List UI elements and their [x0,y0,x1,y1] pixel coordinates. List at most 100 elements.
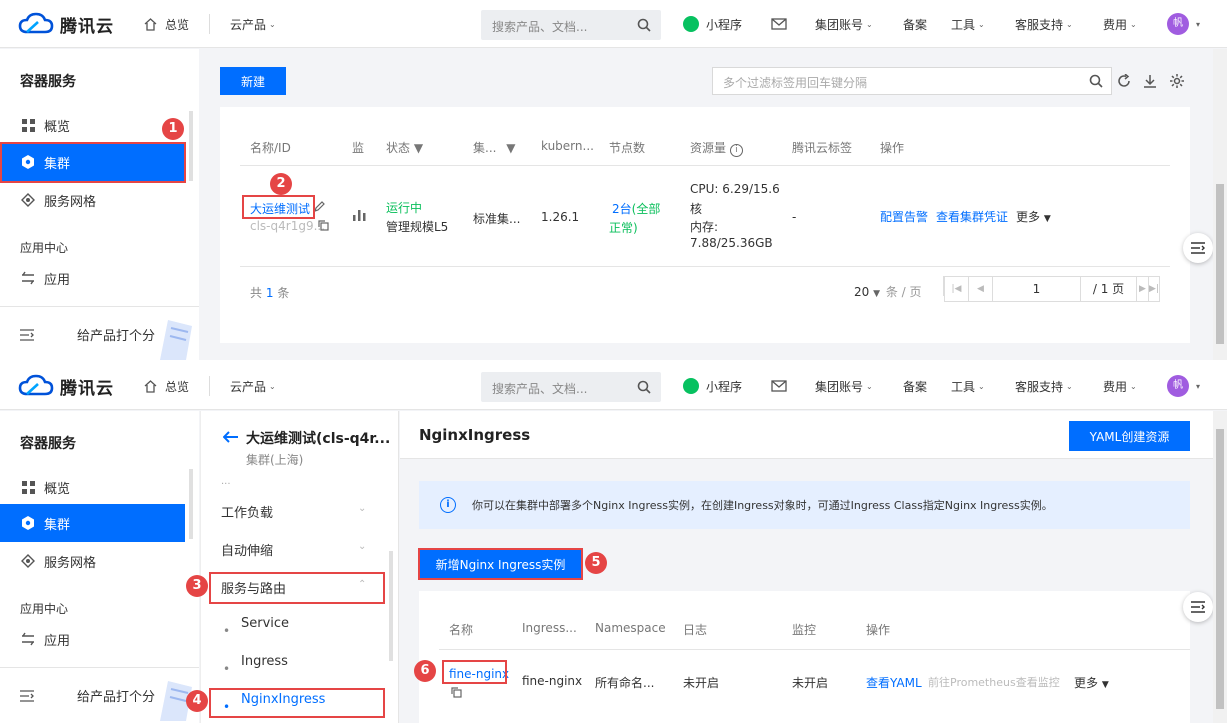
node-count-link[interactable]: 2台 [612,202,632,216]
avatar[interactable]: 帆 [1167,13,1189,35]
float-menu-button[interactable] [1183,592,1213,622]
prev-page-icon[interactable]: ◀ [969,277,993,301]
search-icon[interactable] [637,18,651,32]
col-resources: 资源量 i [690,139,743,157]
miniprogram-link[interactable]: 小程序 [683,0,742,48]
submenu-scrollbar[interactable] [389,551,393,661]
filter-icon[interactable]: ▼ [506,141,515,155]
collapse-menu-icon[interactable] [20,329,34,341]
rate-product-link[interactable]: 给产品打个分 [77,686,155,705]
caret-down-icon: ▾ [1196,19,1201,29]
billing-menu[interactable]: 费用 ⌄ [1103,0,1137,48]
products-label: 云产品 [230,17,267,32]
float-menu-button[interactable] [1183,233,1213,263]
beian-link[interactable]: 备案 [903,0,927,48]
bar-chart-icon[interactable] [353,209,366,221]
support-label: 客服支持 [1015,379,1064,394]
products-menu[interactable]: 云产品 ⌄ [230,0,276,48]
back-arrow-icon[interactable] [223,431,238,443]
sidebar-item-overview[interactable]: 概览 [0,468,185,506]
view-yaml-link[interactable]: 查看YAML [866,674,922,691]
overview-link[interactable]: 总览 [143,362,189,410]
copy-icon[interactable] [451,687,462,698]
brand-logo[interactable]: 腾讯云 [18,10,114,38]
page-scrollbar[interactable] [1213,49,1227,360]
submenu-ingress[interactable]: Ingress [241,654,288,669]
new-cluster-button[interactable]: 新建 [220,67,286,95]
menu-autoscale[interactable]: 自动伸缩 [221,540,273,559]
beian-link[interactable]: 备案 [903,362,927,410]
products-menu[interactable]: 云产品 ⌄ [230,362,276,410]
billing-menu[interactable]: 费用 ⌄ [1103,362,1137,410]
support-menu[interactable]: 客服支持 ⌄ [1015,362,1073,410]
more-menu[interactable]: 更多 ▼ [1016,208,1051,225]
sidebar-item-overview[interactable]: 概览 [0,106,185,144]
download-icon[interactable] [1143,74,1157,88]
chevron-down-icon: ⌄ [358,503,367,514]
filter-input[interactable]: 多个过滤标签用回车键分隔 [712,67,1112,95]
search-input[interactable]: 搜索产品、文档... [492,18,587,35]
avatar-menu[interactable]: ▾ [1193,0,1200,48]
col-status[interactable]: 状态 ▼ [386,139,423,156]
copy-icon[interactable] [318,220,329,231]
avatar[interactable]: 帆 [1167,375,1189,397]
support-menu[interactable]: 客服支持 ⌄ [1015,0,1073,48]
global-search[interactable]: 搜索产品、文档... [481,10,661,40]
sidebar-item-cluster[interactable]: 集群 [0,504,185,542]
brand-logo[interactable]: 腾讯云 [18,372,114,400]
global-search[interactable]: 搜索产品、文档... [481,372,661,402]
highlight-nginx-name [442,660,507,684]
overview-link[interactable]: 总览 [143,0,189,48]
mail-button[interactable] [771,0,787,48]
filter-icon[interactable]: ▼ [414,141,423,155]
sidebar-scrollbar[interactable] [189,111,193,181]
miniprogram-icon [683,378,699,394]
scrollbar-thumb[interactable] [1216,429,1224,709]
submenu-service[interactable]: Service [241,616,289,631]
rate-product-link[interactable]: 给产品打个分 [77,325,155,344]
col-log: 日志 [683,623,708,637]
first-page-icon[interactable]: |◀ [945,277,969,301]
sidebar-item-service-mesh[interactable]: 服务网格 [0,181,185,219]
sidebar-scrollbar[interactable] [189,469,193,539]
scrollbar-thumb[interactable] [1216,184,1224,344]
next-page-icon[interactable]: ▶ [1137,277,1149,301]
page-scrollbar[interactable] [1213,411,1227,723]
sidebar-item-app[interactable]: 应用 [0,259,185,297]
more-menu[interactable]: 更多 ▼ [1074,674,1109,691]
info-icon[interactable]: i [729,144,743,157]
clipped-menu-item: ... [221,481,231,487]
tools-label: 工具 [951,379,976,394]
node-count[interactable]: 2台(全部 [612,200,660,217]
chevron-down-icon: ⌄ [978,19,985,29]
tools-menu[interactable]: 工具 ⌄ [951,0,985,48]
yaml-create-button[interactable]: YAML创建资源 [1069,421,1190,451]
chevron-down-icon: ⌄ [866,381,873,391]
view-credentials-link[interactable]: 查看集群凭证 [936,208,1008,225]
group-account-menu[interactable]: 集团账号 ⌄ [815,0,873,48]
last-page-icon[interactable]: ▶| [1149,277,1159,301]
refresh-icon[interactable] [1117,74,1131,88]
mail-button[interactable] [771,362,787,410]
sidebar-item-service-mesh[interactable]: 服务网格 [0,542,185,580]
search-input[interactable]: 搜索产品、文档... [492,380,587,397]
avatar-menu[interactable]: ▾ [1193,362,1200,410]
cluster-region: 集群(上海) [246,453,304,467]
search-icon[interactable] [637,380,651,394]
search-icon[interactable] [1089,74,1103,88]
page-size-select[interactable]: 20 ▼ 条 / 页 [854,283,922,300]
mail-icon [771,18,787,30]
menu-workload[interactable]: 工作负载 [221,502,273,521]
page-number-input[interactable]: 1 [993,277,1081,301]
col-cluster-type[interactable]: 集... ▼ [473,139,516,156]
chevron-down-icon: ⌄ [1066,381,1073,391]
collapse-menu-icon[interactable] [20,690,34,702]
tools-menu[interactable]: 工具 ⌄ [951,362,985,410]
miniprogram-link[interactable]: 小程序 [683,362,742,410]
group-account-menu[interactable]: 集团账号 ⌄ [815,362,873,410]
col-operations: 操作 [866,623,891,637]
config-alarm-link[interactable]: 配置告警 [880,208,928,225]
sidebar-item-app[interactable]: 应用 [0,620,185,658]
caret-down-icon: ▼ [873,289,881,299]
gear-icon[interactable] [1169,73,1185,89]
